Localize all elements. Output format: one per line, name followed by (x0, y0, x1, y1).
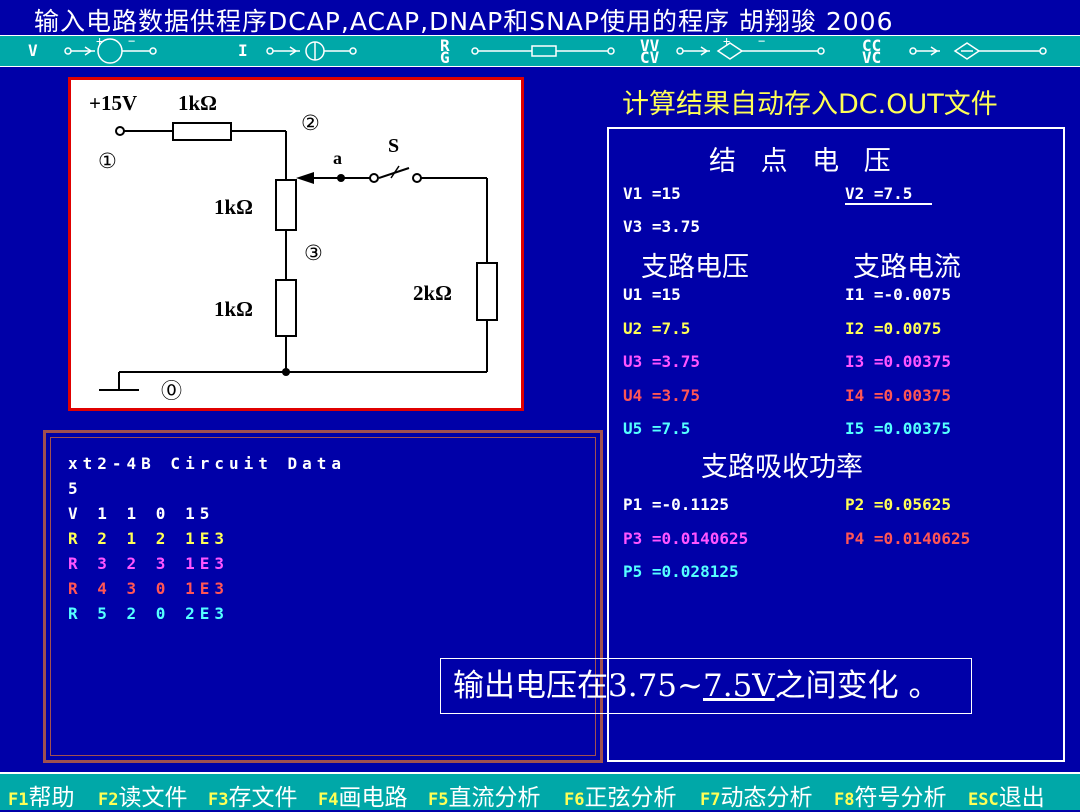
data-line: xt2-4B Circuit Data (68, 454, 347, 473)
power-p1: P1 =-0.1125 (623, 495, 729, 514)
node-voltage-v3: V3 =3.75 (623, 217, 701, 236)
branch-power-title: 支路吸收功率 (701, 452, 863, 483)
branch-current-i3: I3 =0.00375 (845, 352, 951, 371)
data-line: R 4 3 0 1E3 (68, 579, 229, 598)
power-p2: P2 =0.05625 (845, 495, 951, 514)
circuit-schematic: +15V 1kΩ 1kΩ 1kΩ 2kΩ ① ② ③ ⓪ a S (68, 77, 524, 411)
annotation-note: 输出电压在3.75~7.5V之间变化 。 (440, 658, 972, 714)
r1-label: 1kΩ (178, 91, 217, 115)
menu-item-ac-analysis[interactable]: F6正弦分析 (564, 778, 676, 812)
menu-item-dc-analysis[interactable]: F5直流分析 (428, 778, 540, 812)
node-voltage-v1: V1 =15 (623, 184, 681, 203)
power-p5: P5 =0.028125 (623, 562, 739, 581)
function-key-menu: F1帮助 F2读文件 F3存文件 F4画电路 F5直流分析 F6正弦分析 F7动… (0, 774, 1080, 812)
component-toolbar: + − + − V I R G VV CV CC VC (0, 35, 1080, 67)
branch-voltage-u1: U1 =15 (623, 285, 681, 304)
toolbar-icons: + − + − (64, 36, 1047, 64)
menu-item-transient-analysis[interactable]: F7动态分析 (700, 778, 812, 812)
resistor-icon[interactable] (471, 45, 615, 57)
current-source-icon[interactable] (266, 41, 357, 61)
menu-item-save-file[interactable]: F3存文件 (208, 778, 297, 812)
svg-text:−: − (758, 36, 765, 48)
branch-current-i5: I5 =0.00375 (845, 419, 951, 438)
power-p3: P3 =0.0140625 (623, 529, 749, 548)
branch-current-i2: I2 =0.0075 (845, 319, 942, 338)
menu-item-draw-circuit[interactable]: F4画电路 (318, 778, 407, 812)
toolbar-label-i: I (238, 41, 248, 60)
data-line: R 2 1 2 1E3 (68, 529, 229, 548)
switch-label: S (388, 135, 399, 157)
branch-voltage-u4: U4 =3.75 (623, 386, 701, 405)
current-controlled-source-icon[interactable] (909, 42, 1047, 60)
branch-current-i1: I1 =-0.0075 (845, 285, 951, 304)
branch-voltage-u2: U2 =7.5 (623, 319, 691, 338)
menu-item-read-file[interactable]: F2读文件 (98, 778, 187, 812)
node-2-label: ② (301, 111, 320, 135)
power-p4: P4 =0.0140625 (845, 529, 971, 548)
r2-label: 1kΩ (214, 195, 253, 219)
branch-current-i4: I4 =0.00375 (845, 386, 951, 405)
svg-text:+: + (723, 36, 730, 48)
window-title: 输入电路数据供程序DCAP,ACAP,DNAP和SNAP使用的程序 胡翔骏 20… (34, 7, 894, 36)
voltage-source-icon[interactable]: + − (64, 36, 157, 64)
node-0-label: ⓪ (161, 379, 182, 403)
point-a-label: a (333, 148, 342, 168)
note-underlined: 7.5V (703, 668, 775, 704)
data-line: 5 (68, 479, 83, 498)
note-suffix: 之间变化 。 (774, 668, 940, 704)
menu-item-exit[interactable]: ESC退出 (968, 778, 1045, 812)
branch-voltage-title: 支路电压 (641, 252, 749, 283)
data-line: R 3 2 3 1E3 (68, 554, 229, 573)
branch-voltage-u5: U5 =7.5 (623, 419, 691, 438)
toolbar-label-vvcv: VV CV (640, 36, 660, 67)
title-bar: 输入电路数据供程序DCAP,ACAP,DNAP和SNAP使用的程序 胡翔骏 20… (0, 0, 1080, 36)
node-3-label: ③ (304, 241, 323, 265)
toolbar-label-v: V (28, 41, 38, 60)
r3-label: 1kΩ (214, 297, 253, 321)
data-line: R 5 2 0 2E3 (68, 604, 229, 623)
toolbar-label-ccvc: CC VC (862, 36, 882, 67)
svg-text:−: − (128, 36, 135, 48)
node-voltage-title: 结 点 电 压 (709, 146, 899, 177)
data-line: V 1 1 0 15 (68, 504, 215, 523)
menu-item-symbolic-analysis[interactable]: F8符号分析 (834, 778, 946, 812)
voltage-controlled-source-icon[interactable]: + − (676, 36, 825, 60)
node-voltage-v2: V2 =7.5 (845, 184, 933, 205)
menu-item-help[interactable]: F1帮助 (8, 778, 74, 812)
r4-label: 2kΩ (413, 281, 452, 305)
schematic-drawing: +15V 1kΩ 1kΩ 1kΩ 2kΩ ① ② ③ ⓪ a S (89, 91, 498, 403)
source-voltage-label: +15V (89, 91, 137, 115)
branch-voltage-u3: U3 =3.75 (623, 352, 701, 371)
toolbar-label-rg: R G (440, 36, 450, 67)
results-heading: 计算结果自动存入DC.OUT文件 (622, 89, 998, 120)
node-1-label: ① (98, 149, 117, 173)
branch-current-title: 支路电流 (853, 252, 961, 283)
note-prefix: 输出电压在3.75~ (453, 668, 703, 704)
svg-text:+: + (96, 36, 103, 48)
